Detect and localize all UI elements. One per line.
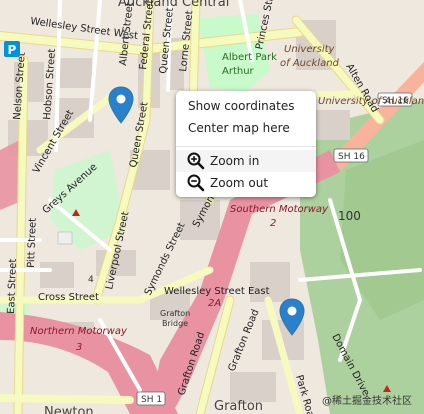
zoom-out-icon: [187, 174, 205, 192]
label-university: University: [284, 44, 336, 55]
label-southern-motorway: Southern Motorway: [230, 204, 329, 215]
menu-item-zoom-out[interactable]: Zoom out: [176, 172, 316, 194]
label-sh16-a: SH 16: [382, 96, 409, 106]
label-num-4: 4: [88, 275, 94, 285]
label-pitt-street: Pitt Street: [26, 218, 39, 268]
label-num-2a: 2A: [208, 298, 221, 309]
menu-divider: [176, 146, 316, 147]
menu-item-label: Zoom in: [210, 154, 260, 168]
label-of-auckland: of Auckland: [280, 58, 340, 69]
map-marker-icon[interactable]: [108, 86, 134, 124]
label-east-street: East Street: [6, 259, 19, 315]
map-view[interactable]: Wellesley Street West Auckland Central A…: [0, 0, 424, 414]
label-sh16-b: SH 16: [338, 152, 365, 162]
label-wellesley-east: Wellesley Street East: [164, 286, 270, 297]
map-marker-icon[interactable]: [279, 298, 305, 336]
label-northern-motorway: Northern Motorway: [30, 326, 128, 337]
label-albert-park-2: Arthur: [222, 66, 255, 77]
zoom-in-icon: [187, 152, 205, 170]
menu-item-show-coordinates[interactable]: Show coordinates: [176, 95, 316, 117]
label-num-100: 100: [338, 209, 361, 223]
context-menu: Show coordinates Center map here Zoom in…: [176, 91, 316, 197]
watermark: @稀土掘金技术社区: [322, 394, 412, 407]
menu-item-zoom-in[interactable]: Zoom in: [176, 150, 316, 172]
label-albert-park: Albert Park: [222, 52, 277, 63]
menu-item-label: Zoom out: [210, 176, 269, 190]
label-num-3: 3: [76, 342, 82, 353]
parking-icon: P: [4, 41, 20, 57]
label-grafton-bridge-2: Bridge: [162, 319, 188, 328]
label-num-2: 2: [270, 218, 276, 229]
menu-item-center-map[interactable]: Center map here: [176, 117, 316, 139]
label-grafton: Grafton: [214, 399, 263, 414]
map-tiles[interactable]: Wellesley Street West Auckland Central A…: [0, 0, 424, 414]
label-grafton-bridge: Grafton: [160, 309, 190, 318]
label-sh1: SH 1: [141, 395, 162, 405]
label-cross-street: Cross Street: [38, 292, 99, 303]
svg-text:P: P: [8, 43, 17, 57]
label-newton: Newton: [44, 405, 94, 414]
menu-item-label: Center map here: [188, 121, 290, 135]
menu-item-label: Show coordinates: [188, 99, 295, 113]
